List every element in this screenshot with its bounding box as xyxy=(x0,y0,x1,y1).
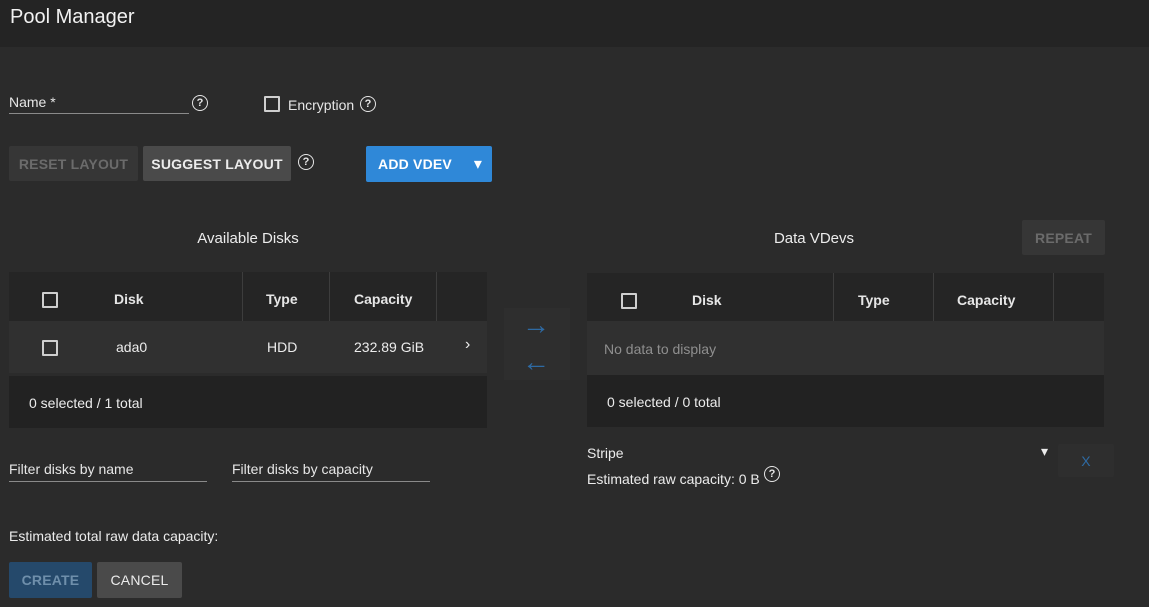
row-type: HDD xyxy=(267,339,298,355)
create-button[interactable]: CREATE xyxy=(9,562,92,598)
expand-row-icon[interactable]: › xyxy=(465,336,470,354)
cancel-button[interactable]: CANCEL xyxy=(97,562,182,598)
vdevs-selection-count: 0 selected / 0 total xyxy=(607,394,721,410)
row-checkbox[interactable] xyxy=(42,340,58,356)
page-header xyxy=(0,0,1149,47)
available-col-type[interactable]: Type xyxy=(266,291,298,307)
column-divider xyxy=(436,272,437,321)
move-right-arrow-icon[interactable]: → xyxy=(522,311,550,339)
vdevs-col-type[interactable]: Type xyxy=(858,292,890,308)
suggest-layout-help-icon[interactable]: ? xyxy=(298,154,314,170)
column-divider xyxy=(242,272,243,321)
available-table-header xyxy=(9,272,487,321)
column-divider xyxy=(329,272,330,321)
column-divider xyxy=(833,273,834,321)
name-field[interactable] xyxy=(9,113,189,114)
estimated-help-icon[interactable]: ? xyxy=(764,466,780,482)
available-disks-title: Available Disks xyxy=(197,230,299,247)
estimated-total-capacity: Estimated total raw data capacity: xyxy=(9,528,219,544)
move-left-arrow-icon[interactable]: ← xyxy=(522,348,550,376)
available-col-capacity[interactable]: Capacity xyxy=(354,291,412,307)
filter-capacity-placeholder: Filter disks by capacity xyxy=(232,461,373,477)
encryption-help-icon[interactable]: ? xyxy=(360,96,376,112)
data-vdevs-title: Data VDevs xyxy=(773,230,855,247)
vdev-layout-select[interactable]: Stripe xyxy=(587,445,624,461)
vdevs-select-all-checkbox[interactable] xyxy=(621,293,637,309)
add-vdev-button[interactable]: ADD VDEV xyxy=(366,146,464,182)
name-field-label: Name * xyxy=(9,94,56,110)
vdevs-table-header xyxy=(587,273,1104,321)
filter-disks-by-name-input[interactable] xyxy=(9,481,207,482)
encryption-checkbox[interactable] xyxy=(264,96,280,112)
name-help-icon[interactable]: ? xyxy=(192,95,208,111)
available-selection-count: 0 selected / 1 total xyxy=(29,395,143,411)
row-capacity: 232.89 GiB xyxy=(354,339,425,355)
available-col-disk[interactable]: Disk xyxy=(114,291,144,307)
vdevs-col-capacity[interactable]: Capacity xyxy=(957,292,1015,308)
empty-message: No data to display xyxy=(604,341,717,357)
encryption-label: Encryption xyxy=(288,97,355,113)
filter-name-placeholder: Filter disks by name xyxy=(9,461,134,477)
page-title: Pool Manager xyxy=(10,6,135,28)
vdevs-col-disk[interactable]: Disk xyxy=(692,292,722,308)
estimated-raw-capacity: Estimated raw capacity: 0 B xyxy=(587,471,760,487)
reset-layout-button[interactable]: RESET LAYOUT xyxy=(9,146,138,181)
column-divider xyxy=(1053,273,1054,321)
available-select-all-checkbox[interactable] xyxy=(42,292,58,308)
row-disk: ada0 xyxy=(116,339,148,355)
repeat-button[interactable]: REPEAT xyxy=(1022,220,1105,255)
add-vdev-dropdown-icon[interactable]: ▾ xyxy=(464,146,492,182)
filter-disks-by-capacity-input[interactable] xyxy=(232,481,430,482)
remove-vdev-button[interactable]: X xyxy=(1058,444,1114,477)
column-divider xyxy=(933,273,934,321)
chevron-down-icon[interactable]: ▾ xyxy=(1041,443,1048,460)
suggest-layout-button[interactable]: SUGGEST LAYOUT xyxy=(143,146,291,181)
